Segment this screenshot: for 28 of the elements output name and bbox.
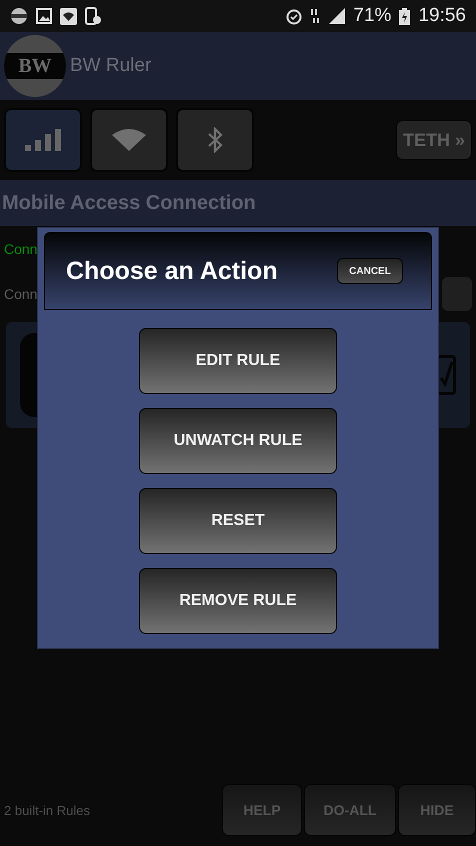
action-button[interactable]: REMOVE RULE: [139, 568, 337, 634]
status-text: Conn: [4, 241, 38, 257]
app-notification-icon: [10, 7, 28, 25]
dialog-title: Choose an Action: [66, 256, 278, 286]
connection-tab[interactable]: [4, 108, 82, 172]
action-button[interactable]: RESET: [139, 488, 337, 554]
action-button[interactable]: UNWATCH RULE: [139, 408, 337, 474]
action-button[interactable]: EDIT RULE: [139, 328, 337, 394]
connection-tab[interactable]: [90, 108, 168, 172]
bluetooth-icon: [207, 127, 223, 153]
clock: 19:56: [418, 5, 466, 27]
app-title: BW Ruler: [70, 55, 152, 77]
cancel-button[interactable]: CANCEL: [337, 258, 403, 284]
battery-icon: [399, 8, 410, 24]
battery-percent: 71%: [353, 5, 392, 27]
alarm-icon: [285, 7, 304, 25]
setting-label: Conn: [4, 286, 38, 302]
logo-text: BW: [4, 53, 66, 79]
image-icon: [36, 8, 52, 24]
signal-icon: [329, 8, 346, 24]
wifi-icon: [60, 8, 77, 24]
signal-icon: [25, 129, 61, 151]
connection-tab[interactable]: [176, 108, 254, 172]
phone-alert-icon: [85, 7, 101, 25]
network-type-icon: [311, 8, 322, 24]
wifi-icon: [112, 129, 146, 151]
section-title: Mobile Access Connection: [2, 192, 256, 214]
rules-count: 2 built-in Rules: [4, 802, 90, 818]
